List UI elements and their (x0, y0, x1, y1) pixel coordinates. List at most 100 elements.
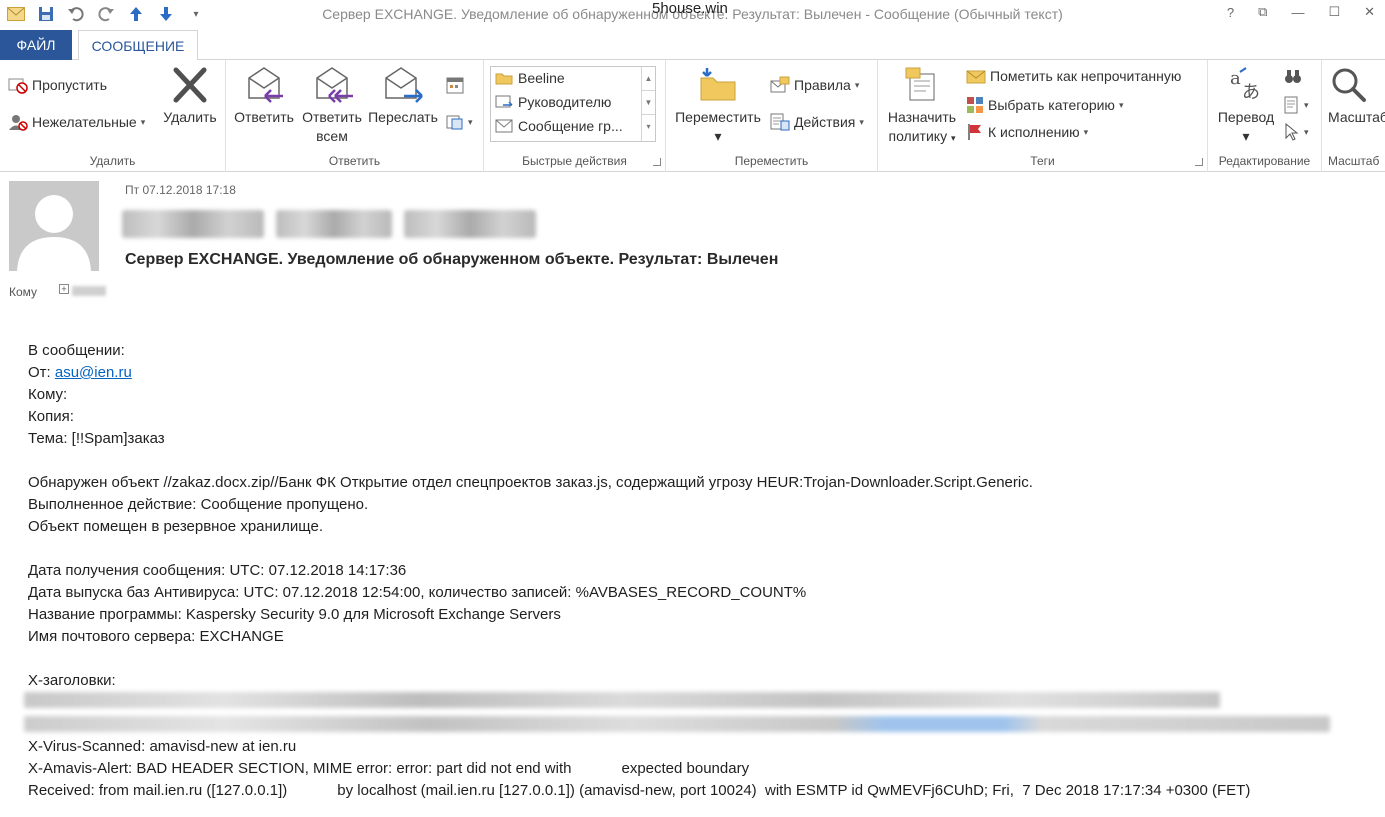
delete-button[interactable]: Удалить (160, 66, 220, 127)
reply-all-button[interactable]: Ответить всем (298, 66, 366, 146)
help-icon[interactable]: ? (1227, 5, 1234, 20)
zoom-group-label: Масштаб (1328, 154, 1380, 168)
translate-button[interactable]: aあ Перевод ▾ (1210, 66, 1282, 146)
sender-redacted (122, 210, 536, 238)
chevron-down-icon: ▾ (1304, 126, 1309, 137)
respond-group: Ответить Ответить всем Переслать ▾ Ответ… (226, 60, 484, 172)
move-group-label: Переместить (734, 154, 809, 168)
gallery-scrollbar[interactable]: ▲ ▼ ▾ (641, 67, 655, 141)
actions-icon (770, 113, 790, 131)
maximize-icon[interactable]: ☐ (1328, 4, 1340, 20)
message-body: В сообщении: От: asu@ien.ru Кому: Копия:… (28, 340, 1250, 802)
ignore-label: Пропустить (32, 77, 107, 93)
move-folder-icon (700, 68, 736, 101)
chevron-down-icon: ▾ (140, 116, 146, 127)
window-controls: ? ⧉ — ☐ ✕ (1227, 4, 1375, 20)
tab-file[interactable]: ФАЙЛ (0, 30, 72, 60)
ribbon: Пропустить Нежелательные ▾ Удалить Удали… (0, 60, 1385, 172)
move-label: Переместить (675, 109, 761, 125)
body-line: Название программы: Kaspersky Security 9… (28, 606, 561, 623)
ignore-button[interactable]: Пропустить (8, 76, 107, 94)
mark-unread-label: Пометить как непрочитанную (990, 68, 1182, 84)
quick-step-item[interactable]: Руководителю (495, 94, 611, 110)
mark-unread-button[interactable]: Пометить как непрочитанную (966, 68, 1181, 84)
reply-button[interactable]: Ответить (230, 66, 298, 127)
follow-up-button[interactable]: К исполнению ▾ (966, 123, 1088, 141)
delete-x-icon (173, 67, 207, 103)
minimize-icon[interactable]: — (1291, 5, 1304, 20)
chevron-down-icon: ▾ (468, 116, 473, 127)
tags-group: Назначить политику ▾ Пометить как непроч… (878, 60, 1208, 172)
redacted-header-line (24, 716, 1330, 732)
body-line: Имя почтового сервера: EXCHANGE (28, 628, 284, 645)
tab-message[interactable]: СООБЩЕНИЕ (78, 30, 198, 61)
avatar (9, 181, 99, 271)
to-label: Кому (9, 285, 38, 299)
gallery-more-icon[interactable]: ▾ (642, 115, 655, 139)
binoculars-icon (1285, 70, 1301, 83)
rules-button[interactable]: Правила ▾ (770, 76, 859, 94)
body-line: Объект помещен в резервное хранилище. (28, 518, 323, 535)
scroll-up-icon[interactable]: ▲ (642, 67, 655, 91)
assign-policy-button[interactable]: Назначить политику ▾ (882, 66, 962, 148)
dialog-launcher-icon[interactable] (1195, 158, 1203, 166)
actions-button[interactable]: Действия ▾ (770, 113, 864, 131)
policy-icon (905, 67, 935, 101)
body-line: Дата выпуска баз Антивируса: UTC: 07.12.… (28, 584, 807, 601)
more-respond-icon (446, 115, 463, 130)
forward-icon (385, 67, 423, 103)
from-label: От: (28, 364, 55, 381)
zoom-button[interactable]: Масштаб (1328, 66, 1385, 127)
tags-group-label: Теги (1030, 154, 1055, 168)
assign-policy-label-2: политику (888, 128, 948, 144)
junk-label: Нежелательные (32, 114, 137, 130)
quick-steps-label: Быстрые действия (522, 154, 627, 168)
expand-recipient-icon[interactable]: + (59, 284, 69, 294)
from-email-link[interactable]: asu@ien.ru (55, 364, 132, 381)
svg-text:あ: あ (1242, 82, 1260, 103)
categorize-button[interactable]: Выбрать категорию ▾ (966, 96, 1123, 114)
flag-icon (968, 124, 981, 140)
editing-group-label: Редактирование (1218, 154, 1311, 168)
move-button[interactable]: Переместить ▾ (670, 66, 766, 146)
forward-button[interactable]: Переслать (366, 66, 440, 127)
categorize-label: Выбрать категорию (988, 97, 1115, 113)
reply-icon (248, 67, 283, 103)
watermark-text: 5house.win (652, 0, 728, 17)
quick-steps-gallery: Beeline Руководителю Сообщение гр... ▲ ▼… (490, 66, 656, 142)
quick-step-label: Руководителю (518, 94, 612, 110)
close-icon[interactable]: ✕ (1364, 4, 1375, 20)
rules-label: Правила (794, 77, 851, 93)
mark-unread-icon (966, 70, 986, 84)
actions-label: Действия (794, 114, 856, 130)
body-line: Обнаружен объект //zakaz.docx.zip//Банк … (28, 474, 1033, 491)
body-line: В сообщении: (28, 342, 125, 359)
ribbon-tabs: ФАЙЛ СООБЩЕНИЕ (0, 30, 1385, 61)
junk-button[interactable]: Нежелательные ▾ (8, 113, 145, 131)
dialog-launcher-icon[interactable] (653, 158, 661, 166)
meeting-button[interactable] (446, 76, 464, 94)
find-button[interactable] (1284, 68, 1302, 84)
scroll-down-icon[interactable]: ▼ (642, 91, 655, 115)
redacted-header-line (24, 692, 1220, 708)
quick-step-label: Сообщение гр... (518, 118, 623, 134)
related-button[interactable]: ▾ (1284, 96, 1309, 114)
body-line: Кому: (28, 386, 68, 403)
calendar-icon (446, 77, 464, 94)
mail-icon (495, 119, 513, 133)
related-icon (1284, 96, 1298, 114)
quick-step-item[interactable]: Beeline (495, 70, 565, 86)
reply-all-icon (316, 67, 353, 103)
body-line: Received: from mail.ien.ru ([127.0.0.1])… (28, 782, 1251, 799)
more-respond-button[interactable]: ▾ (446, 113, 473, 131)
chevron-down-icon: ▾ (1083, 126, 1089, 137)
chevron-down-icon: ▾ (1118, 99, 1124, 110)
quick-step-item[interactable]: Сообщение гр... (495, 118, 623, 134)
select-button[interactable]: ▾ (1284, 123, 1309, 141)
ribbon-display-icon[interactable]: ⧉ (1258, 4, 1267, 20)
reply-all-label-1: Ответить (302, 109, 362, 125)
message-subject: Сервер EXCHANGE. Уведомление об обнаруже… (125, 251, 779, 268)
respond-group-label: Ответить (328, 154, 381, 168)
editing-group: aあ Перевод ▾ ▾ ▾ Редактирование (1208, 60, 1322, 172)
chevron-down-icon: ▾ (950, 133, 956, 143)
